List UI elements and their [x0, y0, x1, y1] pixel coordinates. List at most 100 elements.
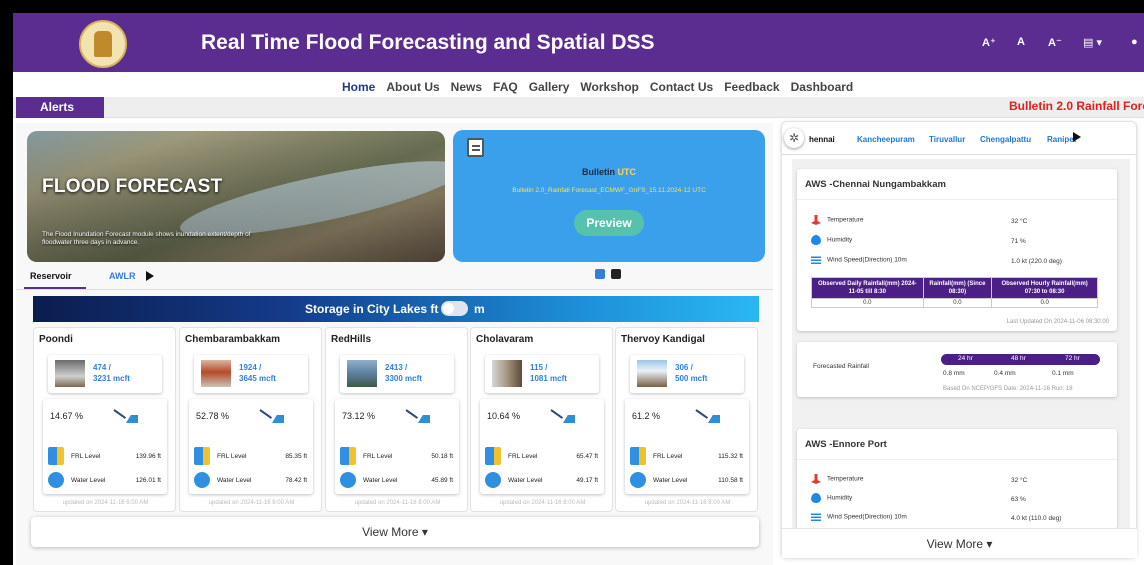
capacity-current: 474 / — [93, 363, 111, 372]
capacity-current: 115 / — [530, 363, 548, 372]
temperature-label: Temperature — [827, 475, 864, 483]
page: Real Time Flood Forecasting and Spatial … — [13, 13, 1144, 565]
tabs-next-arrow-icon[interactable] — [146, 271, 154, 281]
tab-ranipet[interactable]: Ranipet — [1047, 135, 1076, 144]
tab-kancheepuram[interactable]: Kancheepuram — [857, 135, 915, 144]
settings-gear-icon[interactable]: ✲ — [784, 128, 804, 148]
font-increase-button[interactable]: A⁺ — [982, 36, 996, 49]
bulletin-card: Bulletin UTC Bulletin 2.0_Rainfall Forec… — [453, 130, 765, 262]
forecast-hour: 48 hr — [1011, 355, 1026, 362]
lake-card: RedHills 2413 / 3300 mcft 73.12 % FRL Lev… — [325, 327, 468, 512]
forecast-value: 0.4 mm — [994, 370, 1016, 377]
view-more-weather-button[interactable]: View More ▾ — [782, 528, 1137, 558]
flood-forecast-banner[interactable]: FLOOD FORECAST The Flood Inundation Fore… — [27, 131, 445, 262]
humidity-drop-icon — [811, 235, 821, 245]
humidity-value: 63 % — [1011, 496, 1026, 503]
tab-awlr[interactable]: AWLR — [109, 271, 136, 281]
capacity-total: 3645 mcft — [239, 374, 276, 383]
tab-reservoir[interactable]: Reservoir — [30, 271, 72, 281]
last-updated: Last Updated On 2024-11-06 08:30:00 — [1006, 319, 1109, 325]
unit-toggle[interactable] — [441, 301, 468, 316]
frl-level-icon — [630, 447, 646, 465]
humidity-label: Humidity — [827, 494, 853, 502]
frl-level-icon — [48, 447, 64, 465]
nav-dashboard[interactable]: Dashboard — [791, 80, 854, 94]
tab-chengalpattu[interactable]: Chengalpattu — [980, 135, 1031, 144]
aws-station-card: AWS -Ennore Port Temperature 32 °C Humid… — [797, 429, 1117, 529]
nav-news[interactable]: News — [451, 80, 482, 94]
water-level-label: Water Level — [71, 477, 106, 484]
nav-home[interactable]: Home — [342, 80, 375, 94]
frl-label: FRL Level — [217, 453, 247, 460]
nav-workshop[interactable]: Workshop — [580, 80, 638, 94]
nav-feedback[interactable]: Feedback — [724, 80, 779, 94]
nav-contact[interactable]: Contact Us — [650, 80, 713, 94]
lake-thumbnail — [347, 360, 377, 387]
font-normal-button[interactable]: A — [1017, 36, 1025, 48]
storage-gauge-icon — [696, 409, 720, 423]
water-level-icon — [630, 472, 646, 488]
storage-percent: 10.64 % — [487, 411, 521, 421]
user-icon[interactable]: ● — [1131, 36, 1138, 48]
bulletin-link[interactable]: Bulletin 2.0_Rainfall Forecast_ECMWF_GnF… — [453, 187, 765, 194]
lake-card: Cholavaram 115 / 1081 mcft 10.64 % FRL Le… — [470, 327, 613, 512]
lake-thumbnail — [492, 360, 522, 387]
alerts-label: Alerts — [16, 97, 104, 118]
aws-station-card: AWS -Chennai Nungambakkam Temperature 32… — [797, 169, 1117, 331]
font-decrease-button[interactable]: A⁻ — [1048, 36, 1062, 49]
storage-header: Storage in City Lakes ft m — [33, 296, 759, 322]
frl-level-icon — [340, 447, 356, 465]
water-level-label: Water Level — [508, 477, 543, 484]
alerts-marquee[interactable]: Bulletin 2.0 Rainfall Fore — [1009, 99, 1144, 113]
lake-thumbnail — [55, 360, 85, 387]
preview-button[interactable]: Preview — [574, 210, 644, 236]
water-level-icon — [48, 472, 64, 488]
water-level-value: 110.58 ft — [718, 477, 743, 484]
rainfall-table-cell: 0.0 — [922, 298, 993, 308]
storage-gauge-icon — [114, 409, 138, 423]
nav-faq[interactable]: FAQ — [493, 80, 518, 94]
lake-thumbnail — [637, 360, 667, 387]
language-dropdown-icon[interactable]: ▤ ▾ — [1083, 36, 1102, 49]
carousel-dot[interactable] — [611, 269, 621, 279]
lake-updated: updated on 2024-11-16 8:00 AM — [354, 500, 441, 506]
lake-updated: updated on 2024-11-16 8:00 AM — [208, 500, 295, 506]
thermometer-icon — [811, 474, 821, 484]
rainfall-table-header: Observed Hourly Rainfall(mm) 07:30 to 08… — [991, 277, 1098, 299]
capacity-total: 500 mcft — [675, 374, 708, 383]
lake-updated: updated on 2024-11-16 8:00 AM — [62, 500, 149, 506]
water-level-value: 126.01 ft — [135, 477, 161, 484]
forecast-value: 0.1 mm — [1052, 370, 1074, 377]
lake-thumbnail — [201, 360, 231, 387]
capacity-current: 1924 / — [239, 363, 262, 372]
humidity-drop-icon — [811, 493, 821, 503]
wind-label: Wind Speed(Direction) 10m — [827, 256, 907, 264]
storage-percent: 52.78 % — [196, 411, 230, 421]
nav-gallery[interactable]: Gallery — [529, 80, 570, 94]
nav-about[interactable]: About Us — [386, 80, 439, 94]
lake-updated: updated on 2024-11-16 8:00 AM — [644, 500, 731, 506]
capacity-total: 1081 mcft — [530, 374, 567, 383]
capacity-total: 3300 mcft — [385, 374, 422, 383]
unit-label: m — [474, 302, 485, 316]
forecast-value: 0.8 mm — [943, 370, 965, 377]
storage-gauge-icon — [406, 409, 430, 423]
water-level-icon — [194, 472, 210, 488]
frl-level-icon — [485, 447, 501, 465]
lake-name: Poondi — [39, 334, 73, 345]
view-more-reservoirs-button[interactable]: View More ▾ — [31, 517, 759, 547]
temperature-label: Temperature — [827, 216, 864, 224]
tab-chennai[interactable]: hennai — [809, 135, 835, 144]
storage-percent: 14.67 % — [50, 411, 84, 421]
carousel-dot-active[interactable] — [595, 269, 605, 279]
banner-title: FLOOD FORECAST — [42, 176, 223, 197]
frl-label: FRL Level — [508, 453, 538, 460]
district-next-arrow-icon[interactable] — [1073, 132, 1081, 142]
capacity-current: 306 / — [675, 363, 693, 372]
lake-updated: updated on 2024-11-16 8:00 AM — [499, 500, 586, 506]
water-level-label: Water Level — [217, 477, 252, 484]
forecast-label: Forecasted Rainfall — [813, 363, 869, 370]
forecast-hour: 72 hr — [1065, 355, 1080, 362]
tab-tiruvallur[interactable]: Tiruvallur — [929, 135, 965, 144]
lake-name: RedHills — [331, 334, 372, 345]
